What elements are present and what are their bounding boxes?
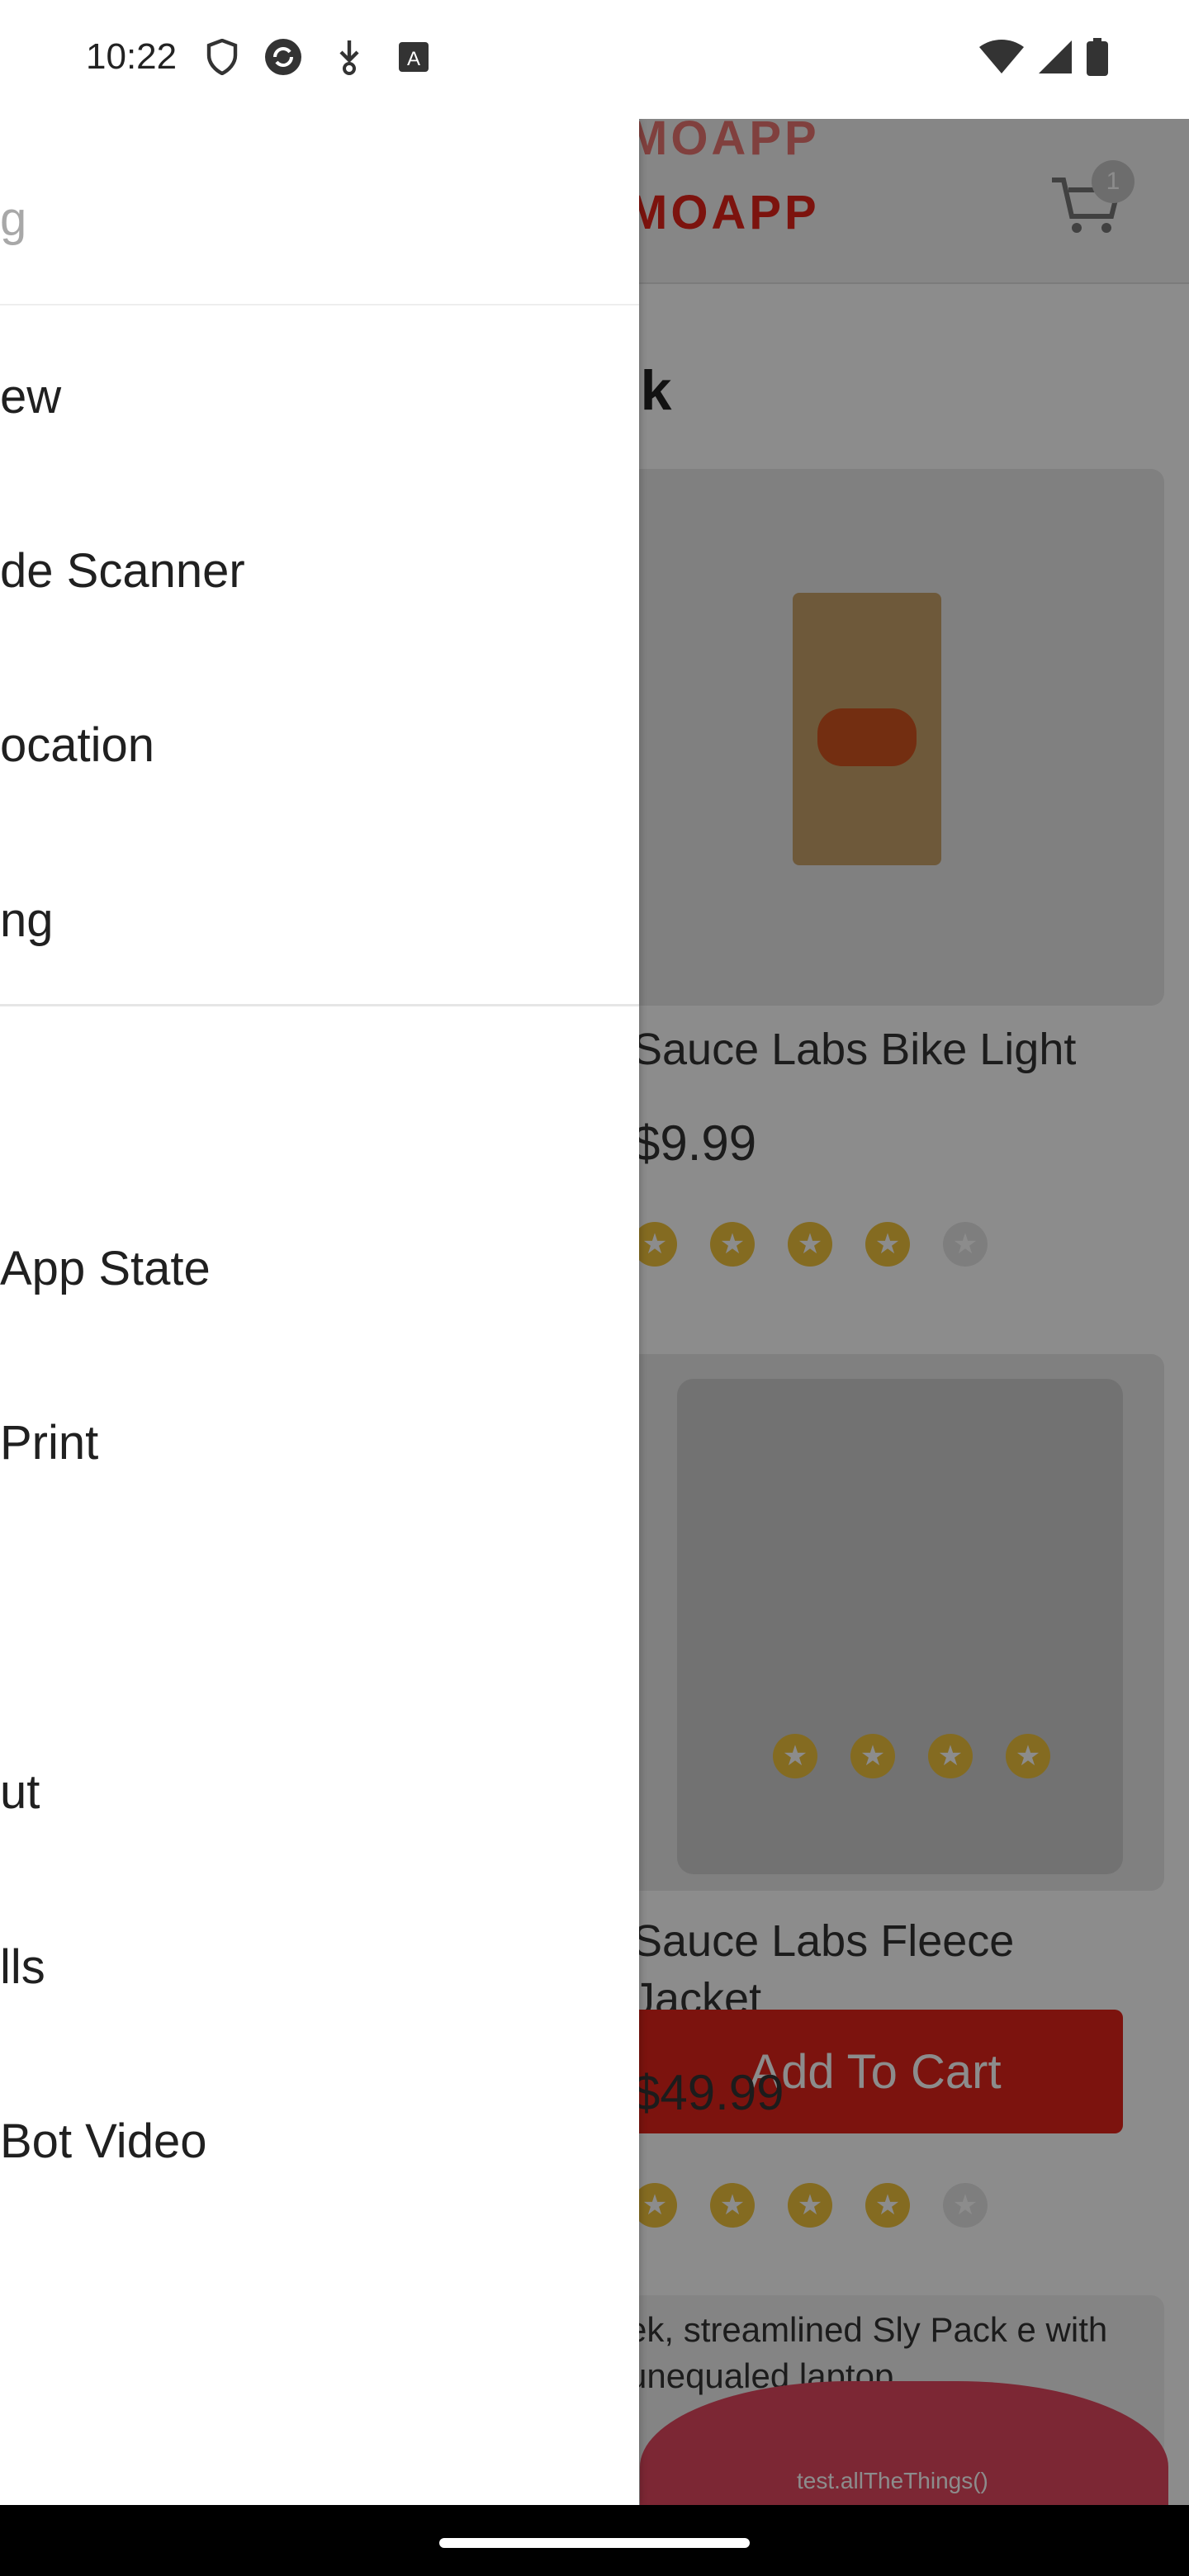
menu-item-qr-code-scanner[interactable]: de Scanner <box>0 488 639 653</box>
navigation-drawer: g ew de Scanner ocation ng App State Pri… <box>0 119 639 2505</box>
drawer-header-text: g <box>0 192 27 246</box>
menu-item-label: Print <box>0 1415 99 1470</box>
menu-item-drawing[interactable]: ng <box>0 837 639 1002</box>
download-icon <box>329 36 370 78</box>
status-bar: 10:22 A <box>0 0 1189 119</box>
wifi-icon <box>979 36 1024 78</box>
menu-item-geo-location[interactable]: ocation <box>0 662 639 827</box>
menu-item-about[interactable]: ut <box>0 1709 639 1874</box>
sync-icon <box>263 36 304 78</box>
menu-item-sauce-bot-video[interactable]: Bot Video <box>0 2058 639 2223</box>
menu-item-label: ocation <box>0 717 155 772</box>
menu-item-fingerprint[interactable]: Print <box>0 1360 639 1525</box>
keyboard-icon: A <box>393 36 434 78</box>
svg-text:A: A <box>407 48 420 70</box>
menu-item-reset-app-state[interactable]: App State <box>0 1186 639 1351</box>
shield-icon <box>201 36 243 78</box>
menu-item-label: de Scanner <box>0 543 245 598</box>
menu-item-api-calls[interactable]: lls <box>0 1884 639 2049</box>
menu-item-webview[interactable]: ew <box>0 314 639 479</box>
menu-item-label: ew <box>0 369 62 424</box>
status-time: 10:22 <box>86 36 178 77</box>
home-gesture-handle[interactable] <box>439 2538 750 2548</box>
system-nav-bar <box>0 2505 1189 2576</box>
signal-icon <box>1035 36 1073 78</box>
menu-item-label: App State <box>0 1241 211 1295</box>
menu-item-label: ng <box>0 893 54 947</box>
battery-icon <box>1087 36 1108 78</box>
drawer-divider <box>0 1004 639 1006</box>
menu-item-label: lls <box>0 1939 45 1994</box>
menu-item-label: ut <box>0 1764 40 1819</box>
menu-item-label: Bot Video <box>0 2114 207 2168</box>
drawer-header: g <box>0 119 639 305</box>
